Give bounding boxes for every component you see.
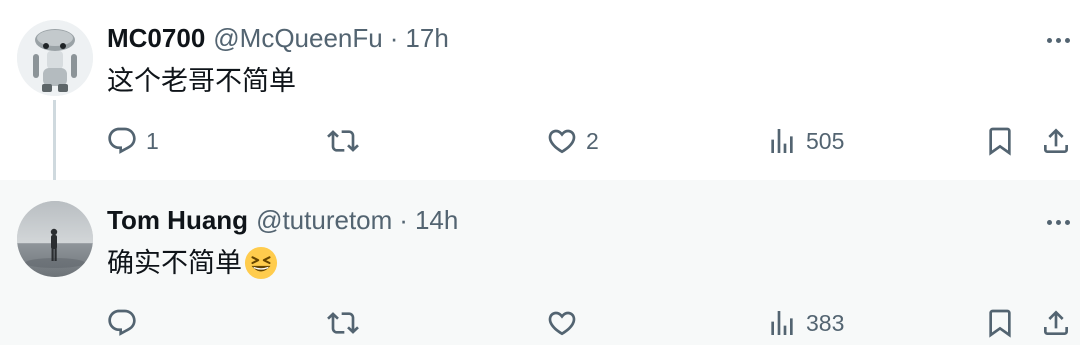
tweet-text: 确实不简单	[107, 246, 278, 280]
tweet-header: Tom Huang @tuturetom · 14h	[107, 204, 458, 236]
bookmark-icon	[989, 309, 1011, 338]
action-bar: 1 2 505	[0, 119, 1080, 163]
tweet-header: MC0700 @McQueenFu · 17h	[107, 22, 449, 54]
like-count: 2	[586, 127, 599, 154]
reply-icon	[108, 127, 136, 154]
display-name[interactable]: Tom Huang	[107, 204, 248, 236]
more-icon-dot	[1064, 219, 1070, 225]
tweet[interactable]: Tom Huang @tuturetom · 14h 确实不简单 383	[0, 180, 1080, 345]
retweet-icon	[327, 130, 359, 152]
views-button[interactable]: 505	[766, 119, 844, 163]
more-icon-dot	[1055, 219, 1061, 225]
separator-dot: ·	[399, 205, 408, 235]
tweet-text-content: 确实不简单	[107, 248, 242, 278]
avatar[interactable]	[17, 20, 93, 96]
tweet-text: 这个老哥不简单	[107, 64, 296, 98]
timestamp[interactable]: 17h	[405, 22, 448, 54]
like-button[interactable]	[546, 301, 586, 345]
display-name[interactable]: MC0700	[107, 22, 205, 54]
grinning-squinting-face-emoji-icon	[244, 246, 278, 280]
more-options-button[interactable]	[1040, 22, 1076, 58]
reply-count: 1	[146, 127, 159, 154]
robot-avatar-icon	[17, 20, 93, 96]
bookmark-button[interactable]	[984, 301, 1016, 345]
bookmark-button[interactable]	[984, 119, 1016, 163]
photo-avatar-icon	[17, 201, 93, 277]
user-handle[interactable]: @McQueenFu	[213, 22, 382, 54]
separator-dot: ·	[389, 23, 399, 53]
timestamp[interactable]: 14h	[415, 204, 458, 236]
more-icon-dot	[1055, 37, 1061, 43]
reply-button[interactable]	[106, 301, 146, 345]
heart-icon	[548, 311, 576, 336]
view-count: 505	[806, 127, 845, 154]
more-icon-dot	[1064, 37, 1070, 43]
reply-button[interactable]: 1	[106, 119, 159, 163]
views-button[interactable]: 383	[766, 301, 844, 345]
share-icon	[1044, 310, 1068, 335]
user-handle[interactable]: @tuturetom	[256, 204, 392, 236]
avatar[interactable]	[17, 201, 93, 277]
share-button[interactable]	[1040, 119, 1072, 163]
like-button[interactable]: 2	[546, 119, 599, 163]
analytics-icon	[771, 311, 793, 335]
more-icon	[1046, 219, 1052, 225]
view-count: 383	[806, 309, 845, 336]
bookmark-icon	[989, 127, 1011, 156]
more-icon	[1046, 37, 1052, 43]
share-icon	[1044, 128, 1068, 153]
retweet-button[interactable]	[327, 119, 367, 163]
retweet-button[interactable]	[327, 301, 367, 345]
more-options-button[interactable]	[1040, 204, 1076, 240]
heart-icon	[548, 129, 576, 154]
share-button[interactable]	[1040, 301, 1072, 345]
analytics-icon	[771, 129, 793, 153]
tweet-text-content: 这个老哥不简单	[107, 66, 296, 96]
retweet-icon	[327, 312, 359, 334]
tweet[interactable]: MC0700 @McQueenFu · 17h 这个老哥不简单 1 2 505	[0, 0, 1080, 196]
reply-icon	[108, 309, 136, 336]
action-bar: 383	[0, 301, 1080, 345]
